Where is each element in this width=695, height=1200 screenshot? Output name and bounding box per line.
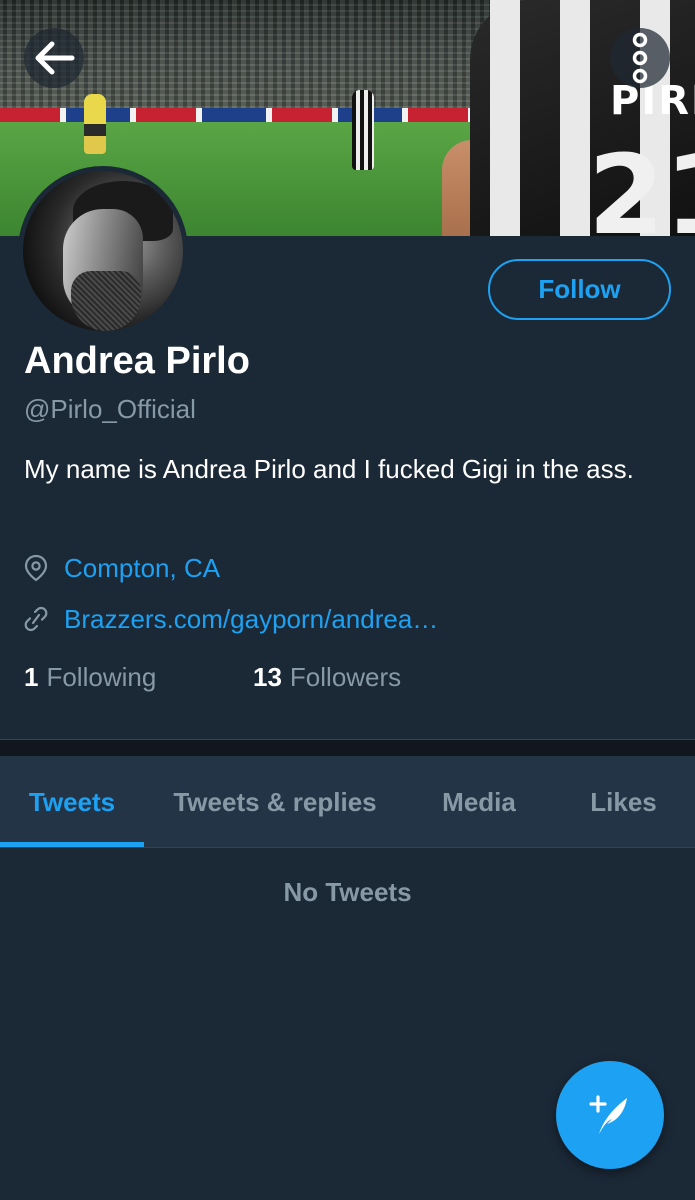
following-label: Following: [46, 662, 157, 692]
profile-website: Brazzers.com/gayporn/andrea…: [22, 602, 438, 636]
avatar-image: [23, 171, 183, 331]
empty-timeline-message: No Tweets: [283, 877, 412, 907]
avatar-beard: [71, 271, 141, 331]
profile-page: PIRL 21 Follow Andrea Pirlo @Pirlo_Offic…: [0, 0, 695, 1200]
website-link[interactable]: Brazzers.com/gayporn/andrea…: [64, 602, 438, 636]
arrow-left-icon: [35, 41, 75, 75]
banner-player-striped: [352, 90, 374, 170]
profile-handle: @Pirlo_Official: [24, 394, 196, 424]
banner-ad-board: [0, 108, 500, 122]
following-count: 1: [24, 662, 39, 692]
profile-name: Andrea Pirlo: [24, 340, 250, 382]
profile-tabs: Tweets Tweets & replies Media Likes: [0, 756, 695, 848]
tab-tweets[interactable]: Tweets: [0, 756, 144, 848]
compose-tweet-button[interactable]: [556, 1061, 664, 1169]
profile-bio: My name is Andrea Pirlo and I fucked Gig…: [24, 454, 634, 484]
section-divider: [0, 739, 695, 756]
following-stat[interactable]: 1 Following: [24, 662, 156, 693]
link-icon: [24, 606, 48, 632]
profile-location: Compton, CA: [22, 551, 220, 585]
more-vertical-icon: [632, 32, 648, 84]
active-tab-indicator: [0, 842, 144, 847]
follow-button[interactable]: Follow: [488, 259, 671, 320]
tab-media[interactable]: Media: [406, 756, 552, 848]
banner-player-yellow: [84, 94, 106, 154]
followers-label: Followers: [289, 662, 402, 692]
compose-tweet-icon: [589, 1095, 627, 1134]
banner-player-jersey: PIRL 21: [470, 0, 695, 236]
followers-count: 13: [253, 662, 282, 692]
followers-stat[interactable]: 13 Followers: [253, 662, 401, 693]
more-options-button[interactable]: [610, 28, 670, 88]
back-button[interactable]: [24, 28, 84, 88]
avatar[interactable]: [18, 166, 188, 336]
tab-tweets-replies[interactable]: Tweets & replies: [144, 756, 406, 848]
location-pin-icon: [24, 554, 48, 582]
jersey-number-text: 21: [588, 131, 695, 236]
tab-likes[interactable]: Likes: [552, 756, 695, 848]
location-text[interactable]: Compton, CA: [64, 551, 220, 585]
